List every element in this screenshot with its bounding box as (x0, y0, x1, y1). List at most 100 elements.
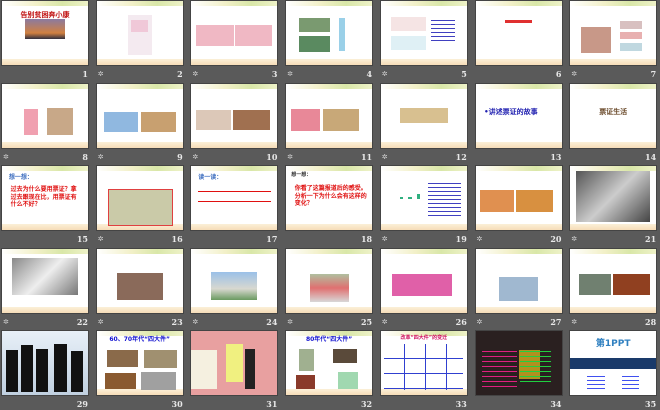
slide-number: 29 (76, 399, 88, 409)
slide-number: 24 (266, 316, 278, 327)
slide-body-text: 你看了这篇报道后的感受。分析一下为什么会有这样的变化？ (294, 185, 367, 208)
slide-thumbnail[interactable] (286, 83, 373, 148)
slide-thumbnail[interactable]: 改革“四大件”的变迁 (380, 331, 467, 395)
slide-thumbnail[interactable]: 80年代“四大件” (286, 331, 373, 395)
slide-transition-icon[interactable]: ✲ (571, 318, 577, 326)
slide-thumbnail[interactable]: 票证生活 (570, 83, 657, 148)
slide-botband (2, 306, 88, 313)
slide-thumbnail[interactable]: 想一想： 过去为什么要用票证？拿过去跟现在比，用票证有什么不好？ (2, 166, 88, 230)
slide-thumbnail[interactable] (191, 1, 278, 65)
slide-transition-icon[interactable]: ✲ (98, 235, 104, 243)
slide-thumbnail[interactable] (286, 1, 373, 65)
slide-thumbnail[interactable] (475, 166, 562, 230)
slide-thumbnail[interactable] (96, 248, 183, 313)
slide-image (235, 24, 273, 46)
slide-image (131, 20, 149, 32)
slide-thumbnail[interactable] (96, 166, 183, 230)
slide-transition-icon[interactable]: ✲ (477, 318, 483, 326)
slide-thumbnail[interactable] (475, 248, 562, 313)
slide-topband (286, 248, 373, 254)
slide-number: 28 (645, 316, 657, 327)
slide-topband (475, 166, 562, 171)
slide-transition-icon[interactable]: ✲ (192, 70, 198, 78)
slide-topband (475, 83, 562, 89)
slide-thumbnail[interactable]: 60、70年代“四大件” (96, 331, 183, 395)
slide-thumbnail[interactable] (2, 83, 88, 148)
slide-image (195, 110, 231, 130)
slide-image (141, 371, 176, 390)
slide-thumbnail[interactable] (2, 331, 88, 395)
slide-thumbnail[interactable] (475, 1, 562, 65)
slide-thumbnail[interactable] (191, 248, 278, 313)
slide-thumbnail[interactable] (380, 166, 467, 230)
slide-thumbnail[interactable] (570, 248, 657, 313)
slide-thumbnail[interactable] (570, 166, 657, 230)
slide-topband (475, 1, 562, 6)
slide-transition-icon[interactable]: ✲ (287, 153, 293, 161)
slide-thumbnail[interactable] (96, 1, 183, 65)
slide-botband (286, 389, 373, 395)
slide-thumbnail[interactable]: •讲述票证的故事 (475, 83, 562, 148)
slide-image (117, 272, 163, 300)
slide-number: 20 (550, 234, 562, 244)
slide-thumbnail[interactable]: 想一想： 你看了这篇报道后的感受。分析一下为什么会有这样的变化？ (286, 166, 373, 230)
slide-number: 6 (555, 69, 562, 79)
slide-transition-icon[interactable]: ✲ (382, 318, 388, 326)
slide-image (479, 190, 515, 213)
slide-transition-icon[interactable]: ✲ (192, 153, 198, 161)
slide-topband (96, 1, 183, 6)
slide-image (430, 17, 455, 43)
slide-body-text: 过去为什么要用票证？拿过去跟现在比，用票证有什么不好？ (10, 186, 77, 209)
slide-topband (570, 248, 657, 254)
slide-thumbnail[interactable] (380, 1, 467, 65)
slide-transition-icon[interactable]: ✲ (3, 318, 9, 326)
slide-title: •讲述票证的故事 (484, 107, 538, 116)
slide-thumbnail[interactable] (2, 248, 88, 313)
slide-transition-icon[interactable]: ✲ (571, 235, 577, 243)
slide-transition-icon[interactable]: ✲ (287, 318, 293, 326)
slide-botband (380, 141, 467, 148)
slide-image (107, 350, 138, 367)
slide-thumbnail[interactable] (570, 1, 657, 65)
slide-image (520, 347, 552, 386)
slide-thumbnail[interactable] (286, 248, 373, 313)
slide-thumbnail[interactable]: 读一读： (191, 166, 278, 230)
slide-thumbnail[interactable] (380, 83, 467, 148)
slide-image (580, 26, 612, 54)
slide-image (291, 109, 321, 131)
slide-image (570, 357, 657, 370)
slide-number: 15 (76, 234, 88, 244)
slide-topband (380, 166, 467, 171)
slide-image (36, 348, 49, 393)
slide-thumbnail[interactable] (475, 331, 562, 395)
slide-transition-icon[interactable]: ✲ (477, 235, 483, 243)
slide-transition-icon[interactable]: ✲ (382, 153, 388, 161)
slide-thumbnail[interactable] (191, 83, 278, 148)
slide-thumbnail[interactable]: 告别贫困奔小康 (2, 1, 88, 65)
slide-thumbnail[interactable] (96, 83, 183, 148)
slide-topband (96, 248, 183, 254)
slide-transition-icon[interactable]: ✲ (98, 153, 104, 161)
slide-botband (2, 141, 88, 148)
slide-topband (2, 83, 88, 89)
slide-transition-icon[interactable]: ✲ (192, 318, 198, 326)
slide-thumbnail[interactable] (191, 331, 278, 395)
slide-title: 读一读： (198, 173, 223, 181)
slide-transition-icon[interactable]: ✲ (3, 153, 9, 161)
slide-botband (286, 224, 373, 230)
slide-thumbnail[interactable] (380, 248, 467, 313)
slide-image (504, 20, 533, 24)
slide-transition-icon[interactable]: ✲ (287, 70, 293, 78)
slide-transition-icon[interactable]: ✲ (571, 70, 577, 78)
slide-image (399, 107, 448, 124)
slide-transition-icon[interactable]: ✲ (382, 235, 388, 243)
slide-transition-icon[interactable]: ✲ (98, 318, 104, 326)
slide-thumbnail[interactable]: 第1PPT (570, 331, 657, 395)
slide-image (244, 348, 256, 389)
slide-transition-icon[interactable]: ✲ (98, 70, 104, 78)
slide-transition-icon[interactable]: ✲ (382, 70, 388, 78)
slide-image (12, 258, 78, 296)
slide-image (225, 343, 243, 383)
slide-topband (2, 1, 88, 6)
slide-image (296, 374, 316, 389)
